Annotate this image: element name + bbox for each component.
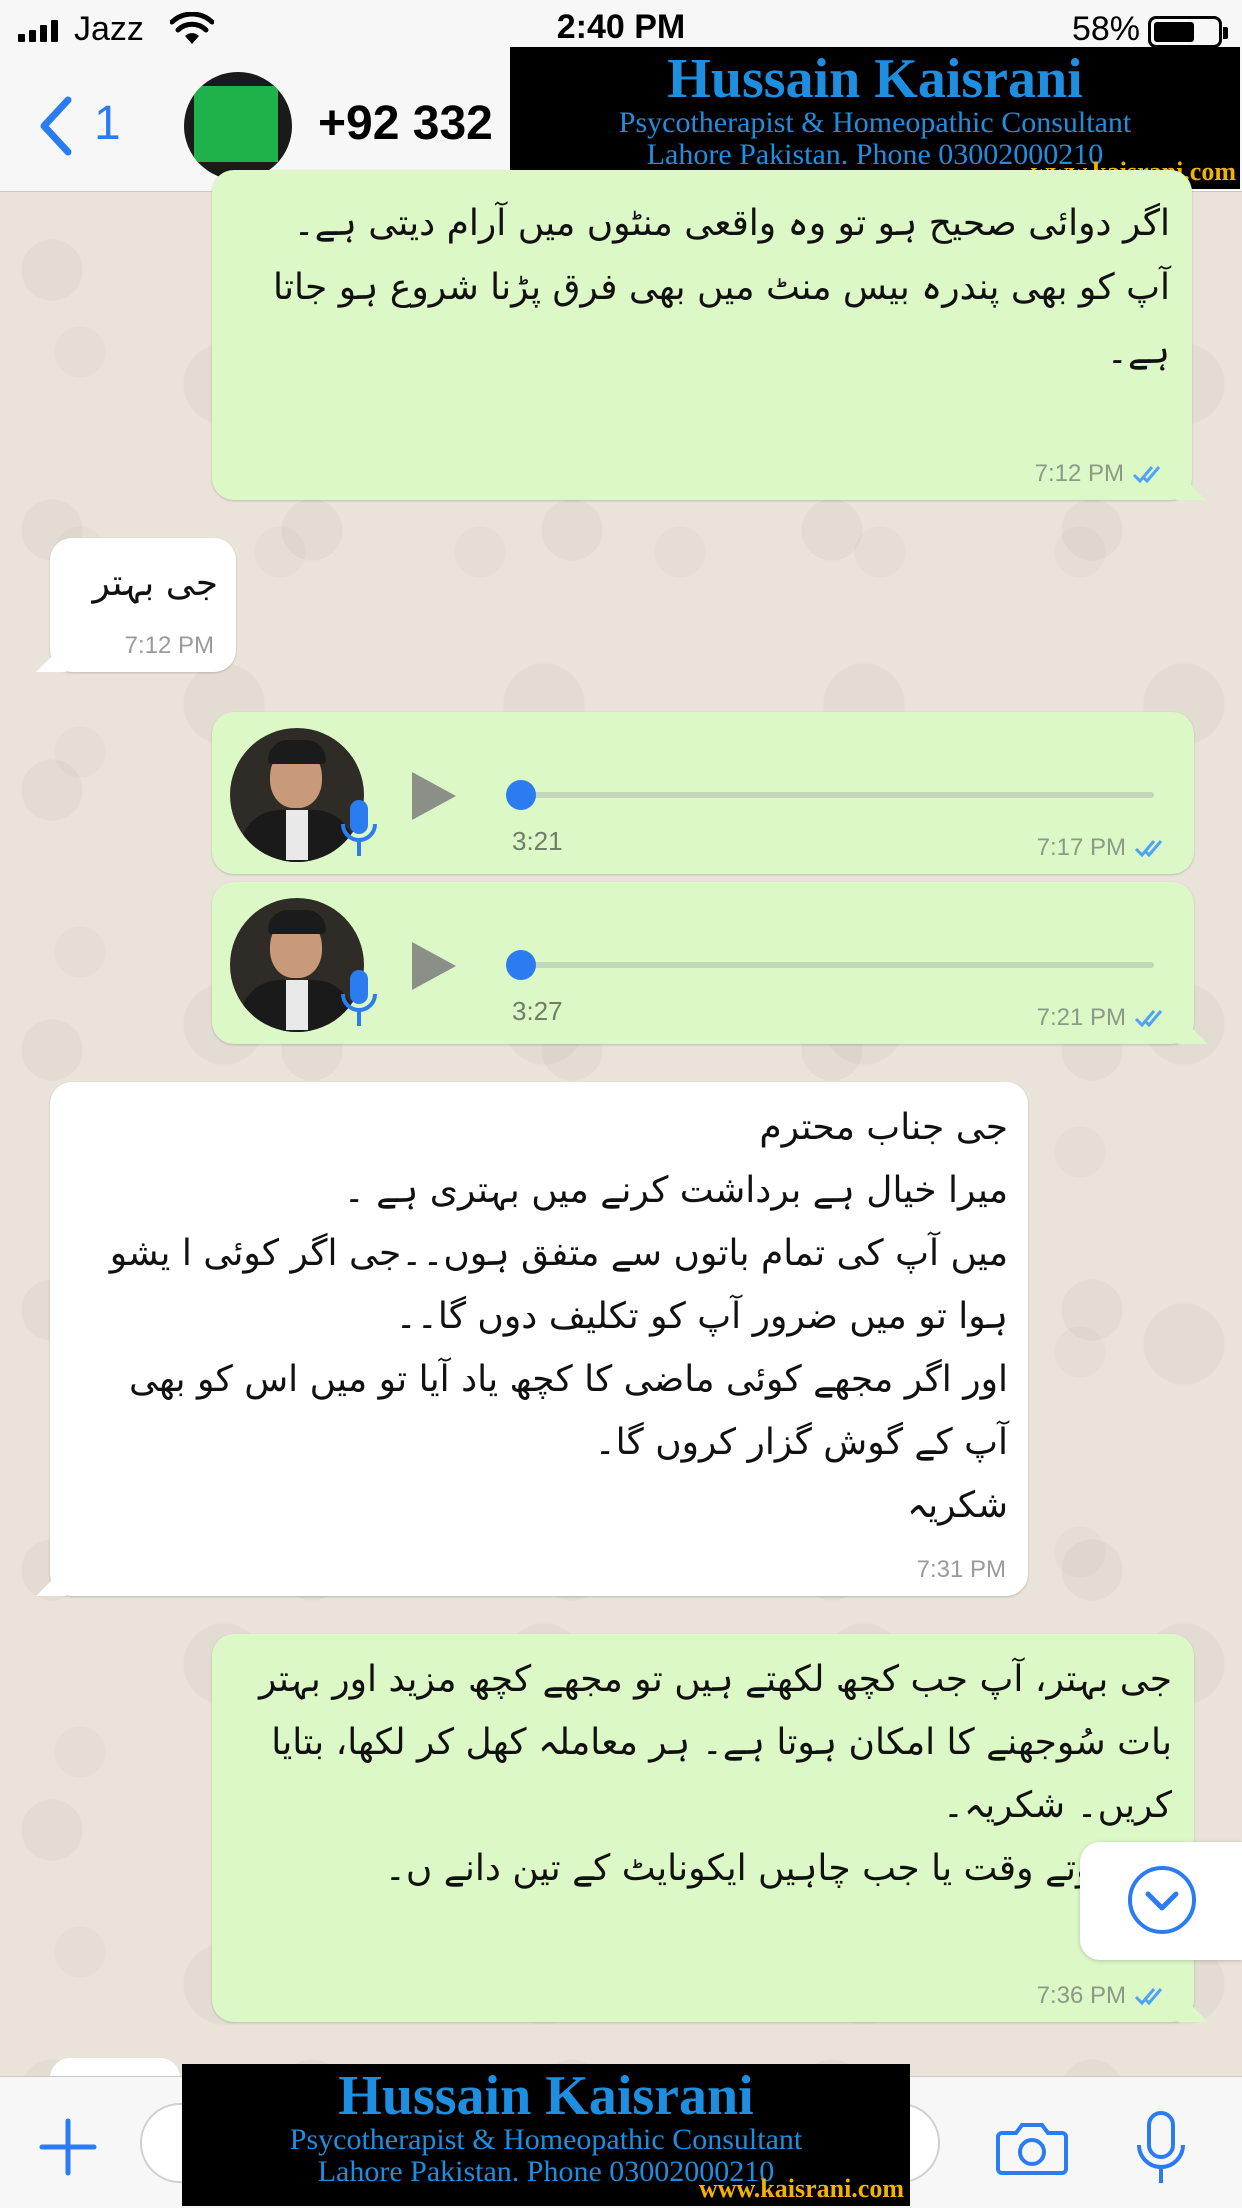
message-time: 7:21 PM — [1036, 1004, 1126, 1031]
microphone-icon — [341, 800, 377, 856]
watermark-banner-top: Hussain Kaisrani Psycotherapist & Homeop… — [510, 47, 1240, 189]
contact-avatar[interactable] — [184, 72, 292, 180]
message-outgoing[interactable]: اگر دوائی صحیح ہو تو وہ واقعی منٹوں میں … — [212, 170, 1192, 500]
message-meta: 7:31 PM — [917, 1556, 1006, 1584]
voice-duration: 3:27 — [512, 996, 563, 1026]
message-text: جی بہتر، آپ جب کچھ لکھتے ہیں تو مجھے کچھ… — [258, 1659, 1172, 1889]
message-time: 7:12 PM — [1034, 460, 1124, 487]
message-text: جی جناب محترم میرا خیال ہے برداشت کرنے م… — [109, 1107, 1008, 1526]
watermark-url: www.kaisrani.com — [698, 2174, 904, 2203]
voice-progress-track[interactable] — [518, 792, 1154, 798]
voice-message[interactable]: 3:27 7:21 PM — [212, 882, 1194, 1044]
voice-progress-track[interactable] — [518, 962, 1154, 968]
message-incoming[interactable]: جی بہتر 7:12 PM — [50, 538, 236, 672]
watermark-banner-bottom: Hussain Kaisrani Psycotherapist & Homeop… — [182, 2064, 910, 2206]
watermark-title: Psycotherapist & Homeopathic Consultant — [618, 106, 1132, 139]
message-meta: 7:36 PM — [1037, 1982, 1168, 2010]
back-button[interactable]: 1 — [36, 90, 126, 160]
microphone-icon — [341, 970, 377, 1026]
message-meta: 7:12 PM — [125, 632, 214, 660]
unread-count: 1 — [94, 97, 121, 150]
read-receipt-icon — [1134, 1988, 1163, 2006]
play-icon[interactable] — [408, 940, 458, 992]
avatar-redaction — [194, 86, 278, 162]
message-time: 7:17 PM — [1036, 834, 1126, 861]
watermark-name: Hussain Kaisrani — [338, 2065, 754, 2127]
battery-percent: 58% — [1071, 10, 1140, 48]
message-text: اگر دوائی صحیح ہو تو وہ واقعی منٹوں میں … — [273, 203, 1170, 372]
message-time: 7:12 PM — [124, 632, 214, 659]
watermark-name: Hussain Kaisrani — [667, 48, 1083, 110]
read-receipt-icon — [1132, 466, 1161, 484]
battery-icon — [1148, 16, 1228, 48]
message-meta: 7:21 PM — [1037, 1004, 1168, 1032]
watermark-title: Psycotherapist & Homeopathic Consultant — [289, 2123, 803, 2156]
play-icon[interactable] — [408, 770, 458, 822]
voice-duration: 3:21 — [512, 826, 563, 856]
clock: 2:40 PM — [556, 8, 686, 46]
message-meta: 7:17 PM — [1037, 834, 1168, 862]
scroll-to-bottom-button[interactable] — [1080, 1842, 1242, 1960]
message-outgoing[interactable]: جی بہتر، آپ جب کچھ لکھتے ہیں تو مجھے کچھ… — [212, 1634, 1194, 2022]
contact-name[interactable]: +92 332 — [318, 96, 493, 151]
chevron-down-circle-icon — [1128, 1866, 1196, 1934]
message-text: جی بہتر — [92, 563, 218, 604]
chevron-left-icon — [40, 96, 72, 156]
message-time: 7:31 PM — [916, 1556, 1006, 1583]
message-incoming[interactable]: جی جناب محترم میرا خیال ہے برداشت کرنے م… — [50, 1082, 1028, 1596]
read-receipt-icon — [1134, 1010, 1163, 1028]
read-receipt-icon — [1134, 840, 1163, 858]
camera-icon[interactable] — [996, 2119, 1068, 2175]
voice-progress-handle[interactable] — [506, 950, 536, 980]
voice-message[interactable]: 3:21 7:17 PM — [212, 712, 1194, 874]
microphone-icon[interactable] — [1134, 2111, 1188, 2185]
message-time: 7:36 PM — [1036, 1982, 1126, 2009]
plus-icon[interactable] — [38, 2117, 98, 2177]
message-meta: 7:12 PM — [1035, 460, 1166, 488]
voice-progress-handle[interactable] — [506, 780, 536, 810]
